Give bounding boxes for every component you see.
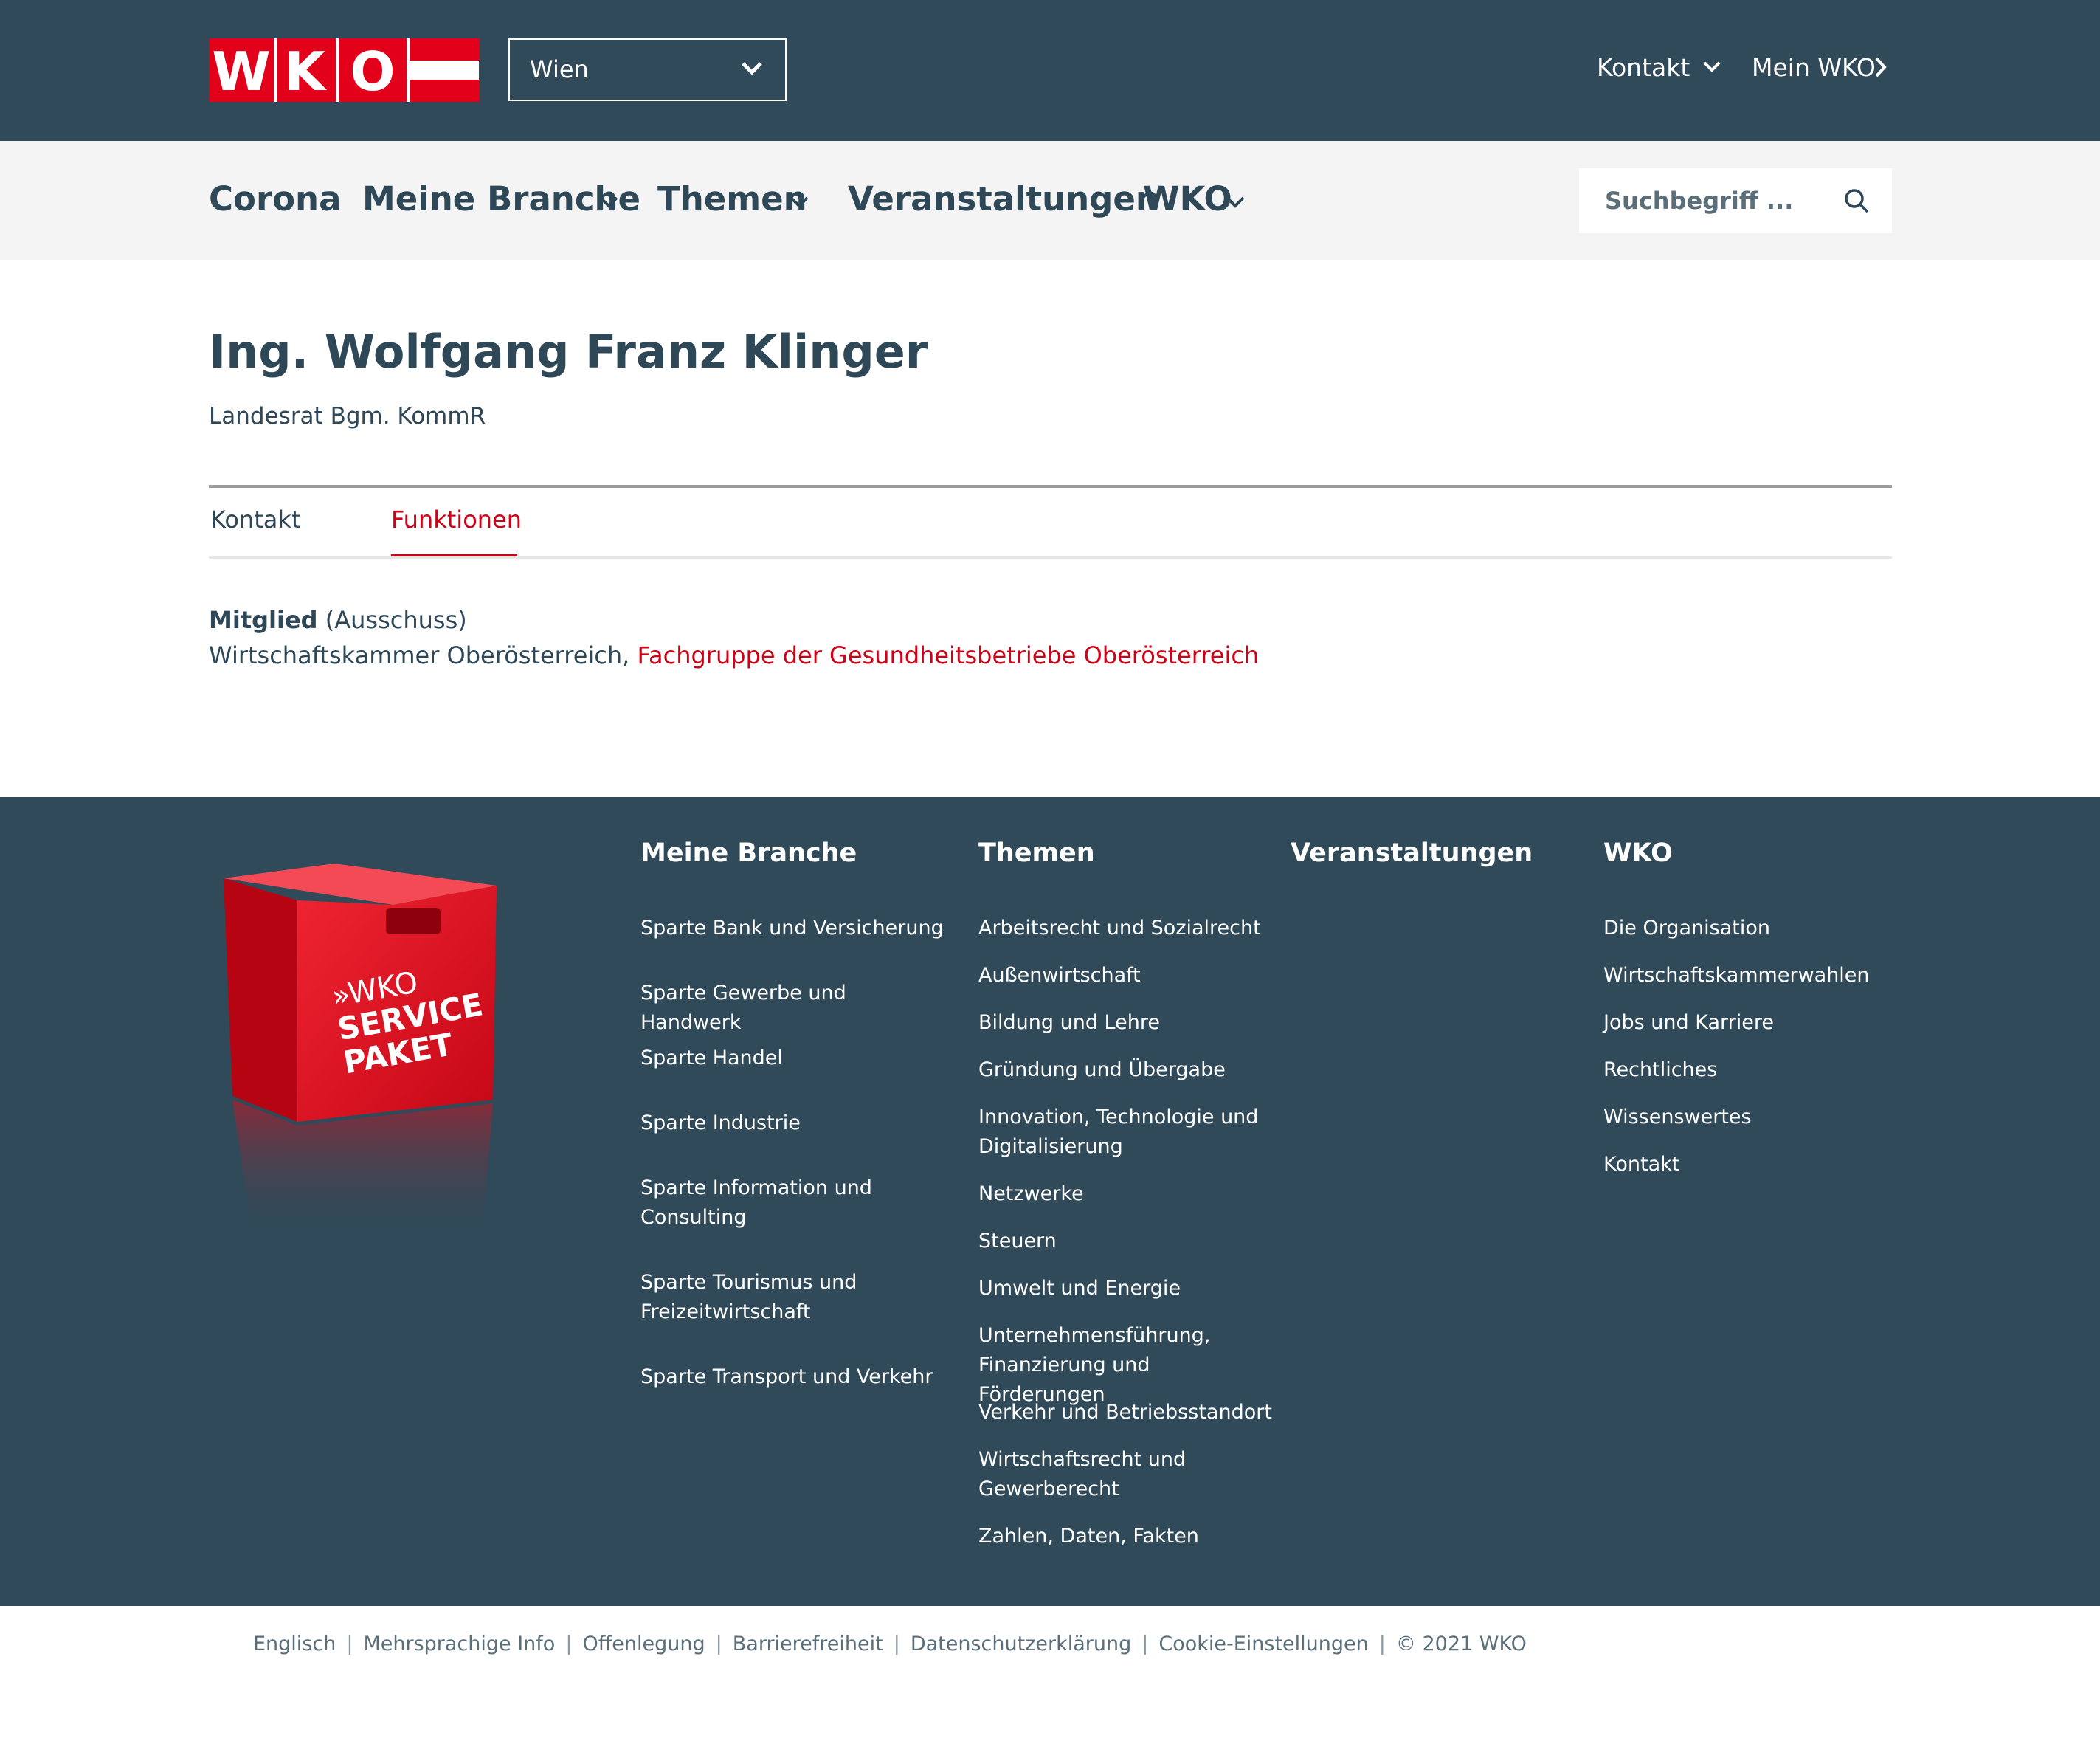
footer-link[interactable]: Wissenswertes xyxy=(1603,1103,1913,1132)
legal-link-offenlegung[interactable]: Offenlegung xyxy=(582,1633,705,1655)
footer-link[interactable]: Netzwerke xyxy=(978,1179,1288,1209)
footer-link[interactable]: Die Organisation xyxy=(1603,914,1913,943)
function-body: (Ausschuss) xyxy=(325,606,467,634)
footer-link[interactable]: Wirtschaftskammerwahlen xyxy=(1603,961,1913,990)
footer-link[interactable]: Gründung und Übergabe xyxy=(978,1055,1288,1085)
search-icon[interactable] xyxy=(1843,187,1870,214)
separator: | xyxy=(1141,1633,1149,1655)
search-input[interactable]: Suchbegriff ... xyxy=(1579,168,1892,233)
chevron-down-icon xyxy=(742,62,762,75)
footer-link[interactable]: Zahlen, Daten, Fakten xyxy=(978,1522,1288,1551)
nav-item-corona[interactable]: Corona xyxy=(209,176,341,222)
chevron-down-icon[interactable] xyxy=(789,196,809,209)
footer-link[interactable]: Innovation, Technologie und Digitalisier… xyxy=(978,1103,1259,1162)
search-placeholder: Suchbegriff ... xyxy=(1605,187,1794,215)
main-nav: Corona Meine Branche Themen Veranstaltun… xyxy=(0,141,2100,260)
footer-link[interactable]: Bildung und Lehre xyxy=(978,1008,1288,1038)
svg-text:K: K xyxy=(284,41,327,102)
legal-link-datenschutz[interactable]: Datenschutzerklärung xyxy=(911,1633,1131,1655)
copyright: © 2021 WKO xyxy=(1395,1633,1527,1655)
separator: | xyxy=(715,1633,722,1655)
footer-link[interactable]: Sparte Industrie xyxy=(640,1109,950,1138)
footer-link[interactable]: Kontakt xyxy=(1603,1150,1913,1179)
separator: | xyxy=(893,1633,900,1655)
service-paket-box[interactable]: »WKO SERVICE PAKET xyxy=(209,856,519,1240)
footer-col-title[interactable]: Veranstaltungen xyxy=(1291,835,1533,871)
region-select-value: Wien xyxy=(530,55,589,83)
function-organisation: Wirtschaftskammer Oberösterreich, Fachgr… xyxy=(209,638,1259,673)
tab-funktionen[interactable]: Funktionen xyxy=(391,502,522,537)
region-select[interactable]: Wien xyxy=(508,38,787,101)
function-role-label: Mitglied xyxy=(209,606,318,634)
svg-text:W: W xyxy=(212,41,270,102)
top-bar: W K O Wien Kontakt Mein WKO xyxy=(0,0,2100,141)
separator: | xyxy=(346,1633,353,1655)
footer-link[interactable]: Außenwirtschaft xyxy=(978,961,1288,990)
separator: | xyxy=(1378,1633,1386,1655)
mein-wko-link[interactable]: Mein WKO xyxy=(1752,50,1876,86)
chevron-down-icon[interactable] xyxy=(1702,61,1721,74)
footer-link[interactable]: Rechtliches xyxy=(1603,1055,1913,1085)
tab-kontakt[interactable]: Kontakt xyxy=(210,502,300,537)
legal-link-cookies[interactable]: Cookie-Einstellungen xyxy=(1158,1633,1368,1655)
chevron-right-icon[interactable] xyxy=(1874,56,1887,78)
footer-col-title: Meine Branche xyxy=(640,838,857,868)
footer-link[interactable]: Unternehmensführung, Finanzierung und Fö… xyxy=(978,1321,1274,1410)
footer-link[interactable]: Sparte Handel xyxy=(640,1044,950,1073)
footer-link[interactable]: Sparte Bank und Versicherung xyxy=(640,914,950,943)
function-group-link[interactable]: Fachgruppe der Gesundheitsbetriebe Oberö… xyxy=(638,641,1260,669)
nav-item-veranstaltungen[interactable]: Veranstaltungen xyxy=(848,176,1159,222)
tabs-divider-bottom xyxy=(209,556,1892,559)
nav-item-wko[interactable]: WKO xyxy=(1143,176,1232,222)
legal-link-mehrsprachig[interactable]: Mehrsprachige Info xyxy=(363,1633,555,1655)
footer-link[interactable]: Jobs und Karriere xyxy=(1603,1008,1913,1038)
legal-links: Englisch | Mehrsprachige Info | Offenlegung |… xyxy=(253,1630,1527,1659)
tabs-divider-top xyxy=(209,485,1892,488)
footer-link[interactable]: Sparte Gewerbe und Handwerk xyxy=(640,979,950,1038)
legal-link-englisch[interactable]: Englisch xyxy=(253,1633,336,1655)
person-title: Landesrat Bgm. KommR xyxy=(209,403,486,430)
footer-link[interactable]: Wirtschaftsrecht und Gewerberecht xyxy=(978,1445,1222,1504)
nav-item-themen[interactable]: Themen xyxy=(657,176,807,222)
footer-link[interactable]: Verkehr und Betriebsstandort xyxy=(978,1398,1288,1427)
page-title: Ing. Wolfgang Franz Klinger xyxy=(209,325,928,379)
chevron-down-icon[interactable] xyxy=(598,196,619,209)
top-contact-link[interactable]: Kontakt xyxy=(1597,50,1690,86)
footer-link[interactable]: Arbeitsrecht und Sozialrecht xyxy=(978,914,1288,943)
footer-col-title: WKO xyxy=(1603,838,1673,868)
footer-col-title: Themen xyxy=(978,838,1095,868)
wko-logo[interactable]: W K O xyxy=(209,38,479,102)
separator: | xyxy=(565,1633,573,1655)
footer-link[interactable]: Steuern xyxy=(978,1227,1288,1256)
function-org: Wirtschaftskammer Oberösterreich, xyxy=(209,641,630,669)
footer-link[interactable]: Umwelt und Energie xyxy=(978,1274,1288,1303)
function-role: Mitglied (Ausschuss) xyxy=(209,602,467,638)
svg-text:O: O xyxy=(350,41,395,102)
legal-link-barrierefreiheit[interactable]: Barrierefreiheit xyxy=(733,1633,883,1655)
footer-link[interactable]: Sparte Transport und Verkehr xyxy=(640,1362,950,1392)
footer-link[interactable]: Sparte Information und Consulting xyxy=(640,1173,891,1233)
footer-link[interactable]: Sparte Tourismus und Freizeitwirtschaft xyxy=(640,1268,891,1327)
chevron-down-icon[interactable] xyxy=(1225,196,1246,209)
